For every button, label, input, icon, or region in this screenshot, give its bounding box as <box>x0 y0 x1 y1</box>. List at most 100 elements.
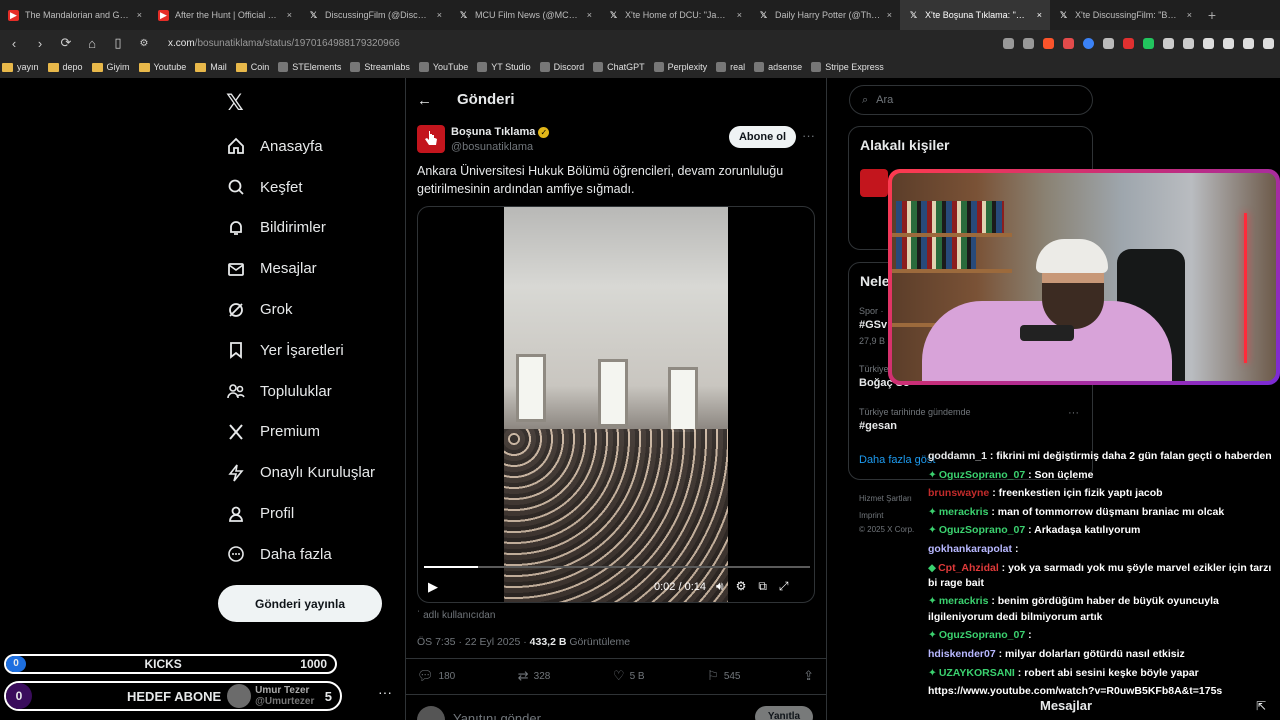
site-info-icon[interactable]: ⚙ <box>136 38 152 49</box>
footer-link[interactable]: Imprint <box>859 511 883 520</box>
bookmark-item[interactable]: real <box>716 62 745 72</box>
author-name[interactable]: Boşuna Tıklama ✓ <box>451 126 550 138</box>
brave-shield-icon[interactable] <box>1043 37 1054 49</box>
nav-item-onayl-kurulu-lar[interactable]: Onaylı Kuruluşlar <box>226 452 375 493</box>
footer-link[interactable]: Hizmet Şartları <box>859 494 912 503</box>
related-avatar[interactable] <box>860 169 888 197</box>
bookmark-item[interactable]: adsense <box>754 62 802 72</box>
post-button[interactable]: Gönderi yayınla <box>218 585 382 622</box>
x-logo-icon[interactable]: 𝕏 <box>226 90 244 116</box>
close-icon[interactable]: × <box>1037 10 1042 20</box>
extension-icon[interactable] <box>1083 37 1094 49</box>
extension-icon[interactable] <box>1003 37 1014 49</box>
browser-tab[interactable]: 𝕏 Daily Harry Potter (@TheDaily × <box>750 0 900 30</box>
bookmark-item[interactable]: YT Studio <box>477 62 531 72</box>
account-more-icon[interactable]: ··· <box>378 684 392 700</box>
close-icon[interactable]: × <box>1187 10 1192 20</box>
bookmark-item[interactable]: Discord <box>539 62 584 72</box>
nav-item-yer-i-aretleri[interactable]: Yer İşaretleri <box>226 330 375 371</box>
settings-icon[interactable]: ⚙ <box>736 579 747 594</box>
back-arrow-icon[interactable]: ← <box>417 92 432 109</box>
bookmark-item[interactable]: STElements <box>278 62 341 72</box>
nav-item-grok[interactable]: Grok <box>226 289 375 330</box>
extension-icon[interactable] <box>1103 37 1114 49</box>
bookmark-item[interactable]: depo <box>47 62 83 72</box>
trend-name[interactable]: #GSv <box>859 319 887 331</box>
account-switcher[interactable]: Umur Tezer @Umurtezer <box>255 685 314 707</box>
close-icon[interactable]: × <box>737 10 742 20</box>
forward-icon[interactable]: › <box>32 36 48 51</box>
close-icon[interactable]: × <box>137 10 142 20</box>
extensions-puzzle-icon[interactable] <box>1163 37 1174 49</box>
nav-item-topluluklar[interactable]: Topluluklar <box>226 371 375 412</box>
bookmark-item[interactable]: Streamlabs <box>350 62 410 72</box>
post-more-icon[interactable]: ··· <box>802 128 815 143</box>
like-action[interactable]: ♡ 5 B <box>613 668 645 684</box>
bookmark-item[interactable]: yayın <box>2 62 39 72</box>
extension-icon[interactable] <box>1063 37 1074 49</box>
bookmark-item[interactable]: Perplexity <box>653 62 707 72</box>
subscribe-button[interactable]: Abone ol <box>729 126 796 148</box>
reload-icon[interactable]: ⟳ <box>58 35 74 51</box>
bookmark-action[interactable]: ⚐ 545 <box>707 668 740 684</box>
bookmark-item[interactable]: Coin <box>235 62 269 72</box>
volume-icon[interactable]: 🔊︎ <box>716 579 724 594</box>
author-handle[interactable]: @bosunatiklama <box>451 141 533 153</box>
browser-tab[interactable]: 𝕏 DiscussingFilm (@DiscussingFil × <box>300 0 450 30</box>
extension-icon[interactable] <box>1243 37 1254 49</box>
sidebar-icon[interactable] <box>1223 37 1234 49</box>
menu-icon[interactable] <box>1263 37 1274 49</box>
bookmark-item[interactable]: Stripe Express <box>811 62 884 72</box>
post-time[interactable]: ÖS 7:35 · 22 Eyl 2025 · <box>417 636 527 648</box>
messages-dock[interactable]: Mesajlar <box>1040 698 1092 713</box>
close-icon[interactable]: × <box>887 10 892 20</box>
nav-item-premium[interactable]: Premium <box>226 412 375 453</box>
share-action[interactable]: ⇪ <box>803 668 814 684</box>
author-avatar[interactable] <box>417 125 445 153</box>
repost-action[interactable]: ⇄ 328 <box>518 668 551 684</box>
home-icon[interactable]: ⌂ <box>84 36 100 51</box>
trend-name[interactable]: #gesan <box>859 420 897 432</box>
show-more-link[interactable]: Daha fazla göst <box>859 454 935 466</box>
bookmark-page-icon[interactable]: ▯ <box>110 35 126 51</box>
close-icon[interactable]: × <box>587 10 592 20</box>
extension-icon[interactable] <box>1183 37 1194 49</box>
back-icon[interactable]: ‹ <box>6 36 22 51</box>
trend-more-icon[interactable]: ··· <box>1068 407 1079 419</box>
extension-icon[interactable] <box>1143 37 1154 49</box>
close-icon[interactable]: × <box>287 10 292 20</box>
browser-tab[interactable]: 𝕏 X'te Boşuna Tıklama: "Ank × <box>900 0 1050 30</box>
browser-tab[interactable]: 𝕏 X'te Home of DCU: "James Gu × <box>600 0 750 30</box>
nav-item-profil[interactable]: Profil <box>226 493 375 534</box>
expand-icon[interactable]: ⇱ <box>1256 699 1266 713</box>
browser-tab[interactable]: 𝕏 MCU Film News (@MCUFilmN × <box>450 0 600 30</box>
browser-tab[interactable]: 𝕏 X'te DiscussingFilm: "Ben Whe × <box>1050 0 1200 30</box>
play-icon[interactable]: ▶ <box>428 579 438 595</box>
search-input[interactable]: ⌕ Ara <box>849 85 1093 115</box>
nav-item-ke-fet[interactable]: Keşfet <box>226 167 375 208</box>
reply-action[interactable]: 💬︎ 180 <box>417 668 455 684</box>
fullscreen-icon[interactable]: ⤢ <box>779 579 789 594</box>
nav-item-anasayfa[interactable]: Anasayfa <box>226 126 375 167</box>
bookmark-item[interactable]: Mail <box>195 62 227 72</box>
close-icon[interactable]: × <box>437 10 442 20</box>
video-progress-bar[interactable] <box>424 566 810 568</box>
bookmark-item[interactable]: ChatGPT <box>593 62 645 72</box>
bookmark-item[interactable]: YouTube <box>418 62 468 72</box>
extension-icon[interactable] <box>1123 37 1134 49</box>
address-bar[interactable]: x.com/bosunatiklama/status/1970164988179… <box>168 38 400 49</box>
nav-item-mesajlar[interactable]: Mesajlar <box>226 248 375 289</box>
reply-button[interactable]: Yanıtla <box>755 706 813 720</box>
bookmark-item[interactable]: Youtube <box>138 62 186 72</box>
video-frame[interactable] <box>504 207 728 602</box>
nav-item-daha-fazla[interactable]: Daha fazla <box>226 534 375 575</box>
new-tab-button[interactable]: + <box>1200 7 1224 23</box>
bookmark-item[interactable]: Giyim <box>91 62 130 72</box>
browser-tab[interactable]: ▶ After the Hunt | Official Trailer × <box>150 0 300 30</box>
extension-icon[interactable] <box>1023 37 1034 49</box>
reply-input[interactable]: Yanıtını gönder <box>453 711 541 720</box>
video-player[interactable]: ▶ 0:02 / 0:14 🔊︎ ⚙ ⧉ ⤢ <box>417 206 815 603</box>
pip-icon[interactable]: ⧉ <box>758 579 767 594</box>
media-icon[interactable] <box>1203 37 1214 49</box>
nav-item-bildirimler[interactable]: Bildirimler <box>226 208 375 249</box>
